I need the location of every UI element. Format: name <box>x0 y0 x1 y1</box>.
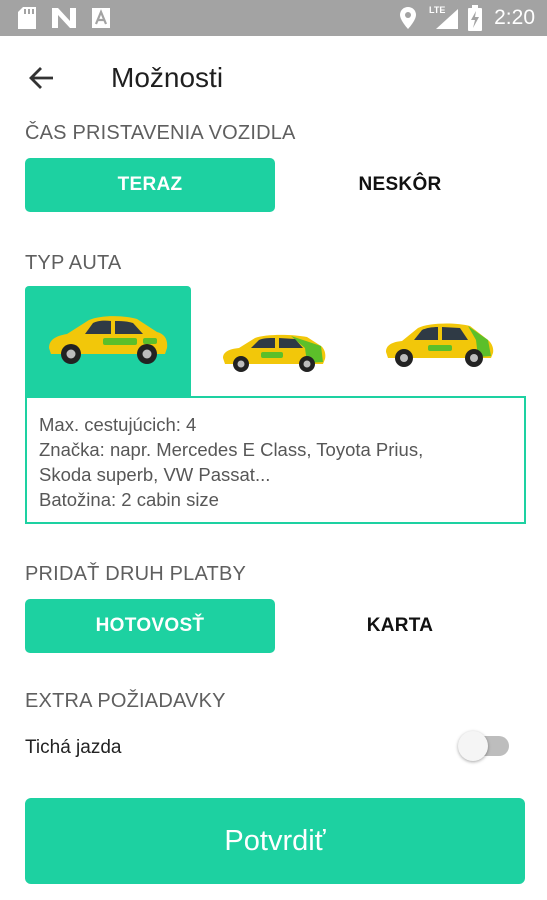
pickup-time-section-label: ČAS PRISTAVENIA VOZIDLA <box>25 122 296 144</box>
car-max-passengers: Max. cestujúcich: 4 <box>39 414 197 435</box>
payment-section-label: PRIDAŤ DRUH PLATBY <box>25 563 247 585</box>
sedan-taxi-icon <box>49 316 168 364</box>
app-bar: Možnosti <box>0 36 547 116</box>
pickup-later-button[interactable]: NESKÔR <box>275 158 525 212</box>
hatchback-taxi-icon <box>386 323 494 367</box>
payment-card-button[interactable]: KARTA <box>275 599 525 653</box>
payment-cash-button[interactable]: HOTOVOSŤ <box>25 599 275 653</box>
quiet-ride-toggle-thumb[interactable] <box>458 731 488 761</box>
n-notification-icon <box>52 8 76 28</box>
signal-icon <box>436 9 458 29</box>
sd-card-icon <box>18 7 36 29</box>
car-type-section-label: TYP AUTA <box>25 252 122 274</box>
clock-time: 2:20 <box>494 6 535 29</box>
page-title: Možnosti <box>111 62 224 93</box>
extras-section-label: EXTRA POŽIADAVKY <box>25 690 226 712</box>
status-bar: LTE 2:20 <box>0 0 547 36</box>
location-icon <box>400 7 416 29</box>
quiet-ride-label: Tichá jazda <box>25 737 122 758</box>
car-brand-examples-cont: Skoda superb, VW Passat... <box>39 464 271 485</box>
confirm-button[interactable]: Potvrdiť <box>25 798 525 884</box>
battery-charging-icon <box>468 5 482 31</box>
car-luggage: Batožina: 2 cabin size <box>39 489 219 510</box>
car-info-box: Max. cestujúcich: 4 Značka: napr. Merced… <box>25 396 526 524</box>
car-option-hatchback[interactable] <box>357 286 523 398</box>
a-notification-icon <box>92 8 110 28</box>
car-option-sedan[interactable] <box>25 286 191 398</box>
back-button[interactable] <box>22 58 62 98</box>
pickup-now-button[interactable]: TERAZ <box>25 158 275 212</box>
car-brand-examples: Značka: napr. Mercedes E Class, Toyota P… <box>39 439 424 460</box>
arrow-back-icon <box>29 67 53 89</box>
estate-taxi-icon <box>223 334 326 372</box>
car-option-estate[interactable] <box>191 286 357 398</box>
